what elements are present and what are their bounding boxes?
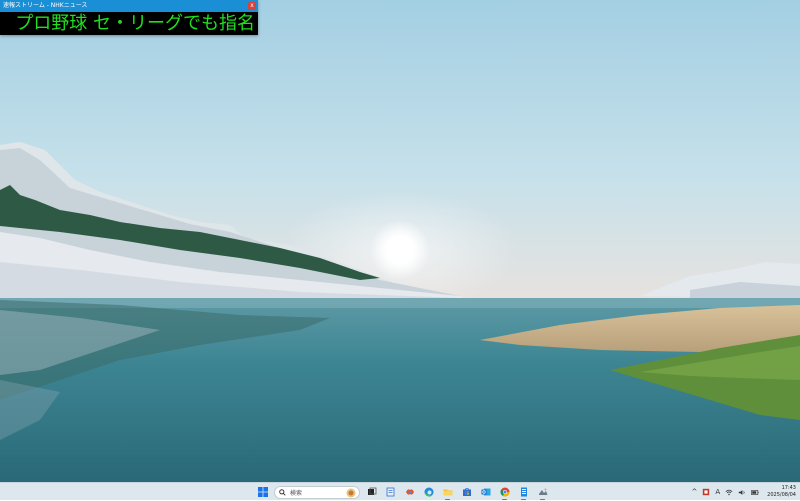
chrome-icon xyxy=(499,487,509,497)
photos-icon xyxy=(538,488,547,495)
desktop[interactable]: 速報ストリーム - NHKニュース x プロ野球 セ・リーグでも指名 xyxy=(0,0,800,482)
search-highlight-icon xyxy=(346,488,356,497)
ticker-title: 速報ストリーム - NHKニュース xyxy=(3,2,88,9)
ime-indicator[interactable]: A xyxy=(715,488,720,496)
close-button[interactable]: x xyxy=(248,2,256,10)
system-tray: ^ A 17:43 2025/08/04 xyxy=(692,483,797,501)
store-app-button[interactable] xyxy=(459,485,474,500)
search-placeholder: 検索 xyxy=(290,489,303,497)
edge-app-button[interactable] xyxy=(421,485,436,500)
ticker-titlebar[interactable]: 速報ストリーム - NHKニュース x xyxy=(0,0,258,12)
news-ticker-window[interactable]: 速報ストリーム - NHKニュース x プロ野球 セ・リーグでも指名 xyxy=(0,0,258,35)
task-view-icon xyxy=(367,487,376,495)
folder-icon xyxy=(443,489,452,496)
clock[interactable]: 17:43 2025/08/04 xyxy=(767,485,796,499)
outlook-app-button[interactable] xyxy=(478,485,493,500)
copilot-app-button[interactable] xyxy=(402,485,417,500)
clock-date: 2025/08/04 xyxy=(767,492,796,498)
start-button[interactable] xyxy=(255,485,270,500)
clock-time: 17:43 xyxy=(781,485,796,491)
chrome-app-button[interactable] xyxy=(497,485,512,500)
close-icon: x xyxy=(250,2,254,9)
volume-icon xyxy=(738,489,745,495)
volume-button[interactable] xyxy=(738,489,746,496)
battery-icon xyxy=(751,489,759,495)
ticker-headline: プロ野球 セ・リーグでも指名 xyxy=(15,13,255,34)
wifi-icon xyxy=(725,489,733,495)
notepad-app-button[interactable] xyxy=(383,485,398,500)
taskbar-apps: 検索 xyxy=(255,484,550,500)
wifi-button[interactable] xyxy=(725,489,733,496)
outlook-icon xyxy=(481,488,490,496)
task-view-button[interactable] xyxy=(364,485,379,500)
taskbar: 検索 ^ A 17:43 2025/08/04 xyxy=(0,482,800,500)
notes-icon xyxy=(520,487,527,497)
search-icon xyxy=(279,488,286,496)
edge-icon xyxy=(424,487,433,497)
photos-app-button[interactable] xyxy=(535,485,550,500)
show-hidden-icons-button[interactable]: ^ xyxy=(692,488,698,496)
store-icon xyxy=(462,487,471,496)
file-explorer-app-button[interactable] xyxy=(440,485,455,500)
tray-app-button[interactable] xyxy=(702,488,710,496)
tray-app-icon xyxy=(703,488,710,496)
search-input[interactable]: 検索 xyxy=(274,485,360,499)
wallpaper-image xyxy=(0,0,800,482)
notepad-icon xyxy=(386,487,394,497)
windows-logo-icon xyxy=(257,487,268,497)
battery-button[interactable] xyxy=(751,489,759,496)
notes-app-button[interactable] xyxy=(516,485,531,500)
copilot-icon xyxy=(405,489,414,495)
